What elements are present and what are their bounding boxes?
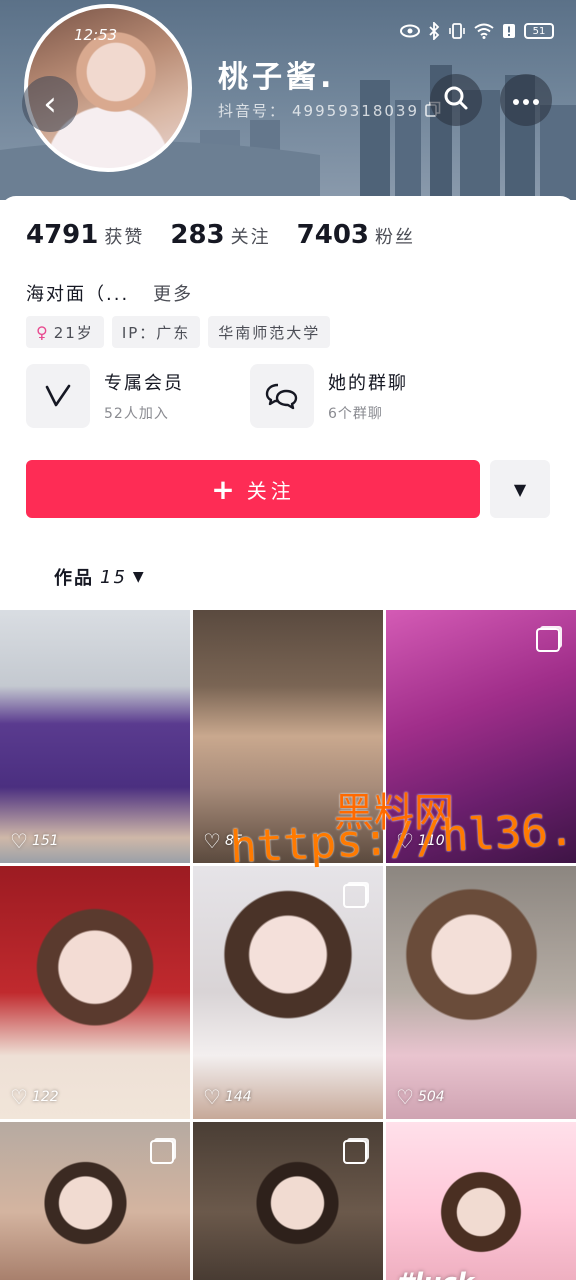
group-chat-icon xyxy=(250,364,314,428)
tag-school[interactable]: 华南师范大学 xyxy=(208,316,331,348)
stat-following[interactable]: 283 关注 xyxy=(170,220,270,250)
stats-row: 4791 获赞 283 关注 7403 粉丝 xyxy=(26,220,415,250)
video-tile[interactable] xyxy=(193,1122,383,1280)
wifi-icon xyxy=(474,23,494,39)
video-tile[interactable] xyxy=(0,1122,190,1280)
video-tile[interactable]: ♡ 122 xyxy=(0,866,190,1119)
tag-label: 21岁 xyxy=(53,323,94,342)
plus-icon: + xyxy=(211,472,239,506)
video-tile[interactable]: ♡ 144 xyxy=(193,866,383,1119)
feature-title: 她的群聊 xyxy=(328,373,408,394)
profile-nickname: 桃子酱. xyxy=(218,60,336,95)
follow-button[interactable]: + 关注 xyxy=(26,460,480,518)
back-button[interactable]: ‹ xyxy=(22,76,78,132)
stat-value: 4791 xyxy=(26,220,99,250)
vibrate-icon xyxy=(448,22,466,40)
multi-image-icon xyxy=(536,628,560,652)
multi-image-icon xyxy=(343,884,367,908)
stat-likes[interactable]: 4791 获赞 xyxy=(26,220,144,250)
works-grid: ♡151 ♡85 ♡110 ♡122 ♡144 ♡504 #luck xyxy=(0,610,576,1280)
douyin-id-value: 49959318039 xyxy=(292,101,419,120)
profile-tags: ♀ 21岁 IP：广东 华南师范大学 xyxy=(26,316,331,348)
eye-icon xyxy=(400,24,420,38)
heart-icon: ♡ xyxy=(10,1085,28,1109)
search-icon xyxy=(443,85,469,115)
bio-text: 海对面（... xyxy=(26,284,130,305)
bio: 海对面（... 更多 xyxy=(26,280,193,306)
status-time: 12:53 xyxy=(74,26,118,44)
heart-icon: ♡ xyxy=(396,1085,414,1109)
battery-indicator: 51 xyxy=(524,23,554,39)
heart-icon: ♡ xyxy=(203,1085,221,1109)
video-tile[interactable]: ♡ 504 xyxy=(386,866,576,1119)
like-count-value: 151 xyxy=(31,833,59,849)
tile-caption: #luck xyxy=(396,1268,474,1280)
douyin-id-label: 抖音号： xyxy=(218,102,287,120)
stat-label: 粉丝 xyxy=(375,227,416,248)
bio-more-link[interactable]: 更多 xyxy=(153,280,193,306)
works-count: 15 xyxy=(100,566,127,588)
feature-membership[interactable]: 专属会员 52人加入 xyxy=(26,364,184,428)
follow-dropdown-button[interactable]: ▼ xyxy=(490,460,550,518)
feature-subtitle: 52人加入 xyxy=(104,406,169,422)
stat-label: 关注 xyxy=(230,227,271,248)
caret-down-icon: ▼ xyxy=(132,569,146,585)
stat-value: 283 xyxy=(170,220,225,250)
stat-label: 获赞 xyxy=(104,227,145,248)
video-tile[interactable]: ♡ 151 xyxy=(0,610,190,863)
female-icon: ♀ xyxy=(36,322,50,342)
follow-label: 关注 xyxy=(246,478,295,503)
chevron-left-icon: ‹ xyxy=(43,84,57,124)
status-bar: 51 xyxy=(400,22,554,40)
profile-card: 4791 获赞 283 关注 7403 粉丝 海对面（... 更多 ♀ 21岁 … xyxy=(0,196,576,1280)
heart-icon: ♡ xyxy=(203,829,221,853)
bluetooth-icon xyxy=(428,22,440,40)
tag-ip: IP：广东 xyxy=(111,316,201,348)
tag-age: ♀ 21岁 xyxy=(26,316,104,348)
feature-group-chat[interactable]: 她的群聊 6个群聊 xyxy=(250,364,408,428)
like-count: ♡ 504 xyxy=(396,1085,445,1109)
tag-label: 华南师范大学 xyxy=(218,323,321,342)
like-count: ♡ 144 xyxy=(203,1085,252,1109)
like-count: ♡ 151 xyxy=(10,829,59,853)
video-tile[interactable]: #luck xyxy=(386,1122,576,1280)
multi-image-icon xyxy=(150,1140,174,1164)
multi-image-icon xyxy=(343,1140,367,1164)
like-count-value: 504 xyxy=(417,1089,445,1105)
stat-value: 7403 xyxy=(296,220,370,250)
more-dots-icon xyxy=(512,91,540,110)
like-count-value: 122 xyxy=(31,1089,59,1105)
membership-icon xyxy=(26,364,90,428)
tab-works[interactable]: 作品 15 ▼ xyxy=(54,564,146,590)
feature-title: 专属会员 xyxy=(104,373,184,394)
search-button[interactable] xyxy=(430,74,482,126)
caret-down-icon: ▼ xyxy=(513,479,527,499)
more-options-button[interactable] xyxy=(500,74,552,126)
works-label: 作品 xyxy=(54,568,94,589)
stat-followers[interactable]: 7403 粉丝 xyxy=(297,220,415,250)
douyin-id: 抖音号： 49959318039 xyxy=(218,100,441,121)
alert-icon xyxy=(502,23,516,39)
heart-icon: ♡ xyxy=(10,829,28,853)
tag-label: IP：广东 xyxy=(121,323,191,342)
like-count: ♡ 122 xyxy=(10,1085,59,1109)
profile-header: 12:53 ‹ 51 桃子酱. 抖音号： 49959318039 xyxy=(0,0,576,200)
feature-subtitle: 6个群聊 xyxy=(328,406,383,422)
like-count-value: 144 xyxy=(224,1089,252,1105)
